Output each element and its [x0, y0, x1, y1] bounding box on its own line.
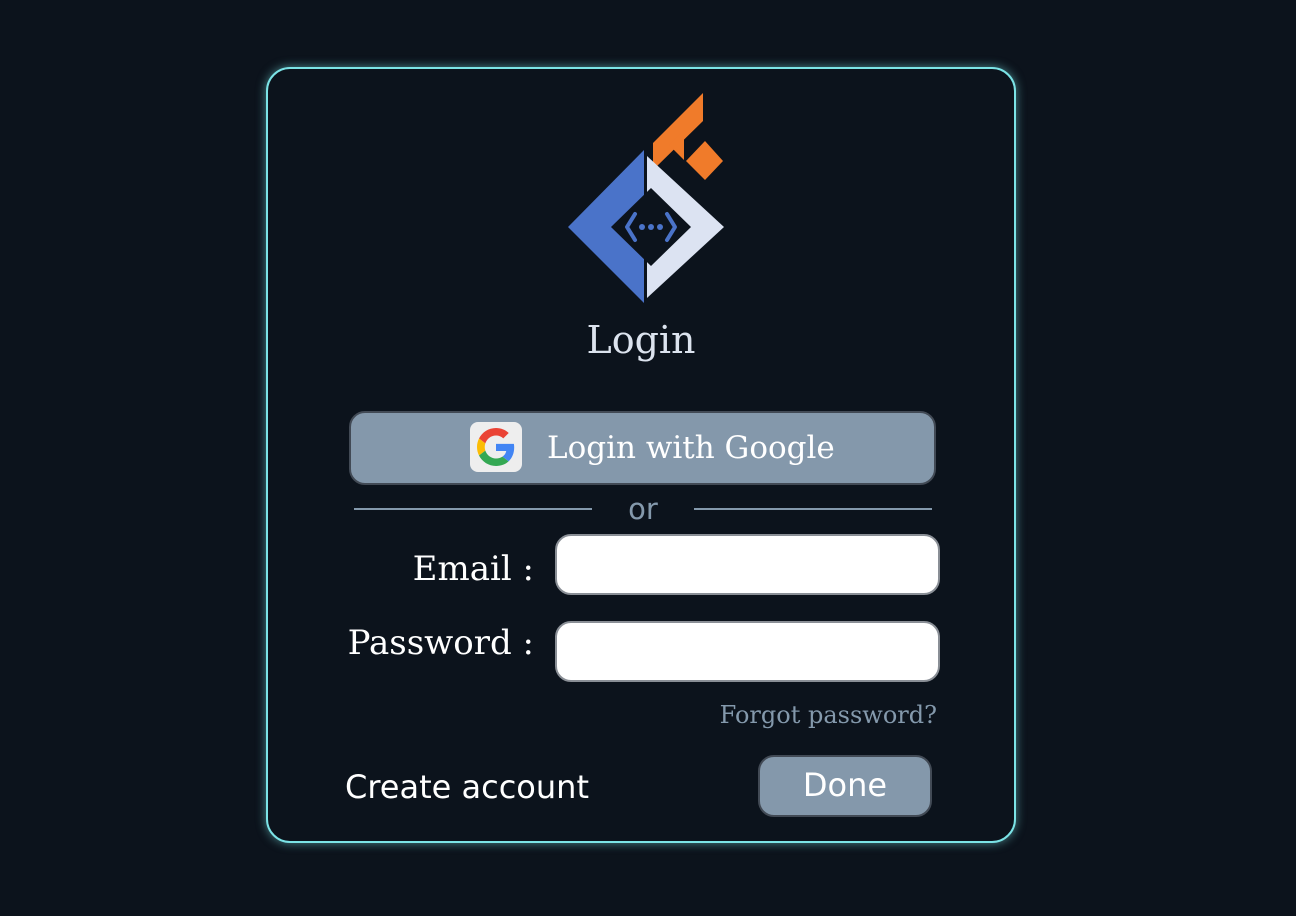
password-field[interactable]	[555, 621, 940, 682]
email-label: Email :	[412, 549, 534, 589]
google-icon	[470, 422, 522, 472]
divider-right	[694, 508, 932, 510]
forgot-password-link[interactable]: Forgot password?	[720, 701, 937, 729]
or-separator: or	[628, 492, 658, 526]
login-card: Login Login with Google or Email : Passw…	[266, 67, 1016, 843]
done-button[interactable]: Done	[758, 755, 932, 817]
email-field[interactable]	[555, 534, 940, 595]
divider-left	[354, 508, 592, 510]
app-logo-icon	[568, 93, 724, 303]
page-title: Login	[586, 318, 696, 362]
create-account-link[interactable]: Create account	[345, 767, 589, 807]
login-with-google-button[interactable]: Login with Google	[349, 411, 936, 485]
password-label: Password :	[347, 623, 534, 663]
google-button-label: Login with Google	[547, 430, 835, 466]
